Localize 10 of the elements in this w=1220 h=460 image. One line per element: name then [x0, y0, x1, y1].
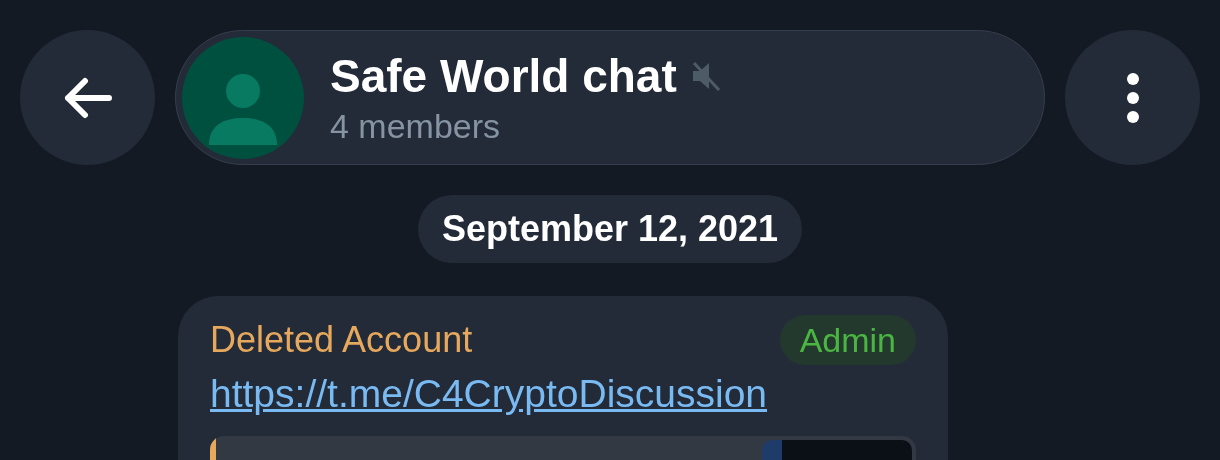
sender-name[interactable]: Deleted Account [210, 312, 473, 368]
more-icon [1125, 72, 1140, 123]
message-link[interactable]: https://t.me/C4CryptoDiscussion [210, 368, 916, 420]
avatar-icon [182, 36, 304, 159]
date-separator: September 12, 2021 [417, 195, 803, 263]
chat-title: Safe World chat [330, 48, 677, 104]
member-count: 4 members [330, 105, 502, 147]
back-arrow-icon [62, 76, 113, 119]
chat-header[interactable]: Safe World chat 4 members [175, 30, 1045, 165]
admin-badge: Admin [779, 315, 916, 365]
